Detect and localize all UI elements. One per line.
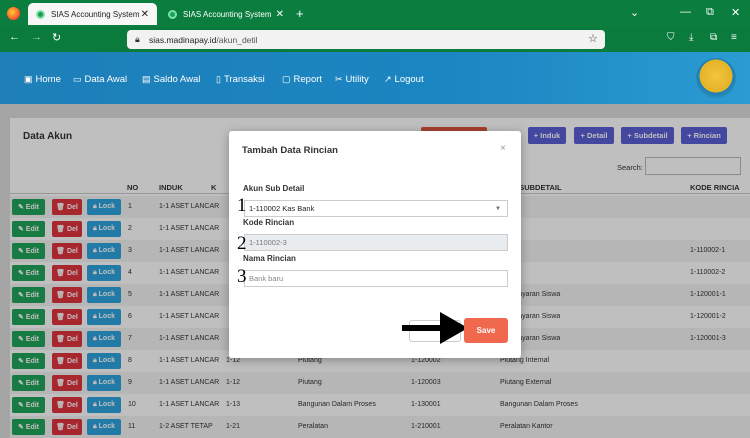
- save-icon: ▣: [24, 74, 33, 84]
- tab-title: SIAS Accounting System: [51, 9, 140, 19]
- nav-label: Transaksi: [223, 74, 265, 85]
- nav-report[interactable]: ▢ Report: [282, 74, 322, 85]
- nav-data-awal[interactable]: ▭ Data Awal: [73, 74, 127, 85]
- browser-tab-2[interactable]: SIAS Accounting System ✕: [160, 3, 292, 25]
- nav-label: Report: [293, 74, 323, 85]
- url-bar[interactable]: sias.madinapay.id/akun_detil: [127, 30, 605, 49]
- close-icon[interactable]: ×: [500, 143, 506, 154]
- menu-icon[interactable]: ≡: [731, 32, 737, 43]
- step-number: 1: [237, 195, 247, 216]
- kode-rincian-field: 1-110002-3: [244, 234, 508, 251]
- nav-saldo-awal[interactable]: ▤ Saldo Awal: [142, 74, 200, 85]
- nav-label: Saldo Awal: [153, 74, 201, 85]
- select-value: 1-110002 Kas Bank: [249, 204, 315, 213]
- nav-label: Data Awal: [84, 74, 128, 85]
- close-tab-icon[interactable]: ✕: [141, 9, 149, 20]
- forward-icon[interactable]: →: [31, 31, 42, 43]
- step-number: 2: [237, 233, 247, 254]
- chart-icon: ▤: [142, 74, 151, 84]
- nav-label: Logout: [394, 74, 424, 85]
- kode-rincian-label: Kode Rincian: [243, 218, 295, 227]
- maximize-icon[interactable]: ⧉: [706, 6, 714, 19]
- firefox-icon[interactable]: [7, 7, 20, 20]
- extensions-icon[interactable]: ⧉: [710, 32, 717, 43]
- reload-icon[interactable]: ↻: [52, 31, 61, 44]
- lock-icon[interactable]: 🔒︎: [135, 34, 140, 45]
- field-value: 1-110002-3: [249, 238, 287, 247]
- nama-rincian-label: Nama Rincian: [243, 254, 296, 263]
- window-icon: ▢: [282, 74, 291, 84]
- nama-rincian-input[interactable]: Bank baru: [244, 270, 508, 287]
- url-domain: sias.madinapay.id: [149, 34, 217, 45]
- akun-sub-detail-select[interactable]: 1-110002 Kas Bank ▼: [244, 200, 508, 217]
- minimize-icon[interactable]: —: [680, 6, 691, 18]
- bookmark-star-icon[interactable]: ☆: [588, 32, 598, 45]
- save-button[interactable]: Save: [464, 318, 508, 343]
- modal-title: Tambah Data Rincian: [242, 145, 338, 156]
- back-icon[interactable]: ←: [9, 31, 20, 43]
- window-close-icon[interactable]: ✕: [731, 6, 740, 19]
- browser-tab-active[interactable]: SIAS Accounting System ✕: [28, 3, 157, 25]
- chevron-down-icon: ▼: [495, 206, 501, 212]
- tab-list-chevron-icon[interactable]: ⌄: [630, 6, 639, 19]
- logout-icon: ↗: [384, 74, 392, 84]
- nav-transaksi[interactable]: ▯ Transaksi: [216, 74, 265, 85]
- field-value: Bank baru: [249, 274, 284, 283]
- nav-utility[interactable]: ✂ Utility: [335, 74, 369, 85]
- nav-home[interactable]: ▣ Home: [24, 74, 61, 85]
- download-icon[interactable]: ⤓: [689, 32, 693, 43]
- akun-sub-detail-label: Akun Sub Detail: [243, 184, 305, 193]
- tab-title: SIAS Accounting System: [183, 9, 272, 19]
- close-tab-icon[interactable]: ✕: [276, 9, 284, 20]
- monitor-icon: ▭: [73, 74, 82, 84]
- page-icon: ▯: [216, 74, 221, 84]
- url-path: /akun_detil: [216, 34, 258, 45]
- app-logo: [696, 58, 736, 98]
- nav-label: Home: [35, 74, 61, 85]
- new-tab-icon[interactable]: +: [296, 6, 304, 21]
- site-favicon-icon: [36, 9, 45, 19]
- site-favicon-icon: [168, 9, 177, 19]
- nav-label: Utility: [345, 74, 369, 85]
- pocket-icon[interactable]: ⛉: [667, 32, 675, 43]
- tools-icon: ✂: [335, 74, 343, 84]
- step-number: 3: [237, 266, 247, 287]
- nav-logout[interactable]: ↗ Logout: [384, 74, 424, 85]
- arrow-annotation-icon: [402, 312, 468, 344]
